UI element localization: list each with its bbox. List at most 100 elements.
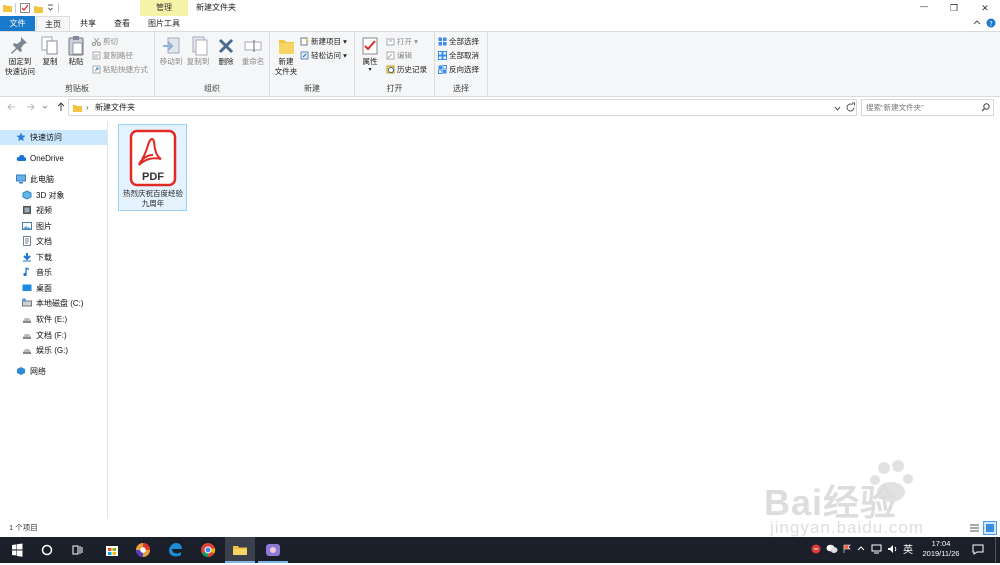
sidebar-item-desktop[interactable]: 桌面: [0, 281, 52, 296]
easy-access-button[interactable]: 轻松访问 ▾: [300, 49, 347, 62]
show-desktop-button[interactable]: [995, 537, 1000, 563]
scissors-icon: [92, 37, 101, 46]
sidebar-item-3d-objects[interactable]: 3D 对象: [0, 188, 64, 203]
tab-file[interactable]: 文件: [0, 16, 35, 31]
properties-dropdown-icon[interactable]: ▾: [358, 67, 382, 73]
delete-icon: [217, 35, 235, 57]
clock[interactable]: 17:04 2019/11/26: [918, 539, 964, 559]
paste-shortcut-button[interactable]: 粘贴快捷方式: [92, 63, 148, 76]
tab-share[interactable]: 共享: [71, 16, 105, 31]
new-folder-qat-icon[interactable]: [34, 3, 43, 13]
photo-app[interactable]: [258, 537, 288, 563]
browser-app-1[interactable]: [128, 537, 158, 563]
recent-dropdown-icon[interactable]: [42, 103, 48, 109]
action-center-icon[interactable]: [972, 544, 984, 555]
copy-button[interactable]: 复制: [39, 35, 61, 67]
sidebar-item-drive-f[interactable]: 文档 (F:): [0, 328, 67, 343]
qat-separator: [58, 3, 59, 13]
qat-dropdown-icon[interactable]: [47, 3, 54, 12]
tab-view[interactable]: 查看: [105, 16, 139, 31]
select-all-button[interactable]: 全部选择: [438, 35, 479, 48]
volume-icon[interactable]: [887, 544, 899, 554]
search-input[interactable]: [866, 101, 976, 114]
pin-quick-access-button[interactable]: 固定到 快速访问: [2, 35, 38, 77]
tray-app-icon[interactable]: [811, 544, 821, 554]
sidebar-item-onedrive[interactable]: OneDrive: [0, 151, 64, 166]
forward-arrow-icon[interactable]: [26, 102, 36, 112]
tray-flag-icon[interactable]: [842, 544, 852, 554]
details-view-icon[interactable]: [969, 523, 980, 534]
search-box[interactable]: [861, 99, 994, 116]
open-button[interactable]: 打开 ▾: [386, 35, 418, 48]
tab-view-label: 查看: [114, 19, 130, 28]
chrome-app[interactable]: [193, 537, 223, 563]
search-icon[interactable]: [981, 103, 990, 112]
sidebar-item-drive-e[interactable]: 软件 (E:): [0, 312, 67, 327]
move-to-icon: [161, 35, 181, 57]
select-all-icon: [438, 37, 447, 46]
invert-selection-button[interactable]: 反向选择: [438, 63, 479, 76]
easy-access-icon: [300, 51, 309, 60]
properties-button[interactable]: 属性 ▾: [358, 35, 382, 73]
history-button[interactable]: 历史记录: [386, 63, 427, 76]
wechat-icon[interactable]: [826, 544, 838, 554]
open-icon: [386, 37, 395, 46]
sidebar-item-quick-access[interactable]: 快速访问: [0, 130, 107, 145]
help-icon[interactable]: ?: [986, 18, 996, 28]
sidebar-item-this-pc[interactable]: 此电脑: [0, 172, 54, 187]
breadcrumb-separator-icon[interactable]: ›: [86, 100, 89, 115]
edit-button[interactable]: 编辑: [386, 49, 412, 62]
copy-to-button[interactable]: 复制到: [185, 35, 211, 67]
address-dropdown-icon[interactable]: [834, 105, 841, 111]
show-hidden-icons-icon[interactable]: [857, 544, 865, 554]
task-view-button[interactable]: [62, 537, 92, 563]
picture-icon: [22, 221, 32, 231]
up-arrow-icon[interactable]: [56, 101, 66, 112]
sidebar-item-music[interactable]: 音乐: [0, 265, 52, 280]
input-method-indicator[interactable]: 英: [903, 541, 913, 556]
sidebar-item-documents[interactable]: 文档: [0, 234, 52, 249]
copy-path-button[interactable]: 复制路径: [92, 49, 133, 62]
disk-icon: [22, 298, 32, 308]
large-icons-view-icon[interactable]: [983, 521, 997, 535]
sidebar-item-videos[interactable]: 视频: [0, 203, 52, 218]
select-none-button[interactable]: 全部取消: [438, 49, 479, 62]
tab-picture-tools[interactable]: 图片工具: [140, 16, 188, 31]
store-app[interactable]: [97, 537, 127, 563]
network-tray-icon[interactable]: [871, 544, 883, 554]
navigation-pane: 快速访问 OneDrive 此电脑 3D 对象 视频 图片 文档 下载 音乐 桌…: [0, 122, 108, 518]
sidebar-item-downloads[interactable]: 下载: [0, 250, 52, 265]
edge-app[interactable]: [160, 537, 190, 563]
new-folder-button[interactable]: 新建 文件夹: [273, 35, 299, 77]
invert-selection-label: 反向选择: [449, 65, 479, 74]
navigation-bar: › 新建文件夹: [0, 97, 1000, 119]
drive-icon: [22, 345, 32, 355]
copy-path-label: 复制路径: [103, 51, 133, 60]
breadcrumb-current[interactable]: 新建文件夹: [95, 100, 135, 115]
search-taskbar-button[interactable]: [32, 537, 62, 563]
delete-button[interactable]: 删除: [215, 35, 237, 67]
copy-to-label: 复制到: [186, 57, 210, 66]
sidebar-item-pictures[interactable]: 图片: [0, 219, 52, 234]
file-explorer-app[interactable]: [225, 537, 255, 563]
address-bar[interactable]: › 新建文件夹: [68, 99, 857, 116]
maximize-button[interactable]: ❐: [940, 0, 968, 16]
move-to-button[interactable]: 移动到: [158, 35, 184, 67]
sidebar-item-network[interactable]: 网络: [0, 364, 46, 379]
properties-check-icon[interactable]: [20, 3, 30, 13]
sidebar-item-label: 图片: [36, 222, 52, 231]
new-item-button[interactable]: 新建项目 ▾: [300, 35, 347, 48]
close-button[interactable]: ✕: [970, 0, 1000, 16]
file-item[interactable]: PDF 热烈庆祝百度经验九周年: [118, 124, 187, 211]
refresh-icon[interactable]: [845, 102, 856, 113]
ribbon-collapse-icon[interactable]: [973, 19, 981, 27]
paste-button[interactable]: 粘贴: [63, 35, 89, 67]
minimize-button[interactable]: —: [910, 0, 938, 16]
start-button[interactable]: [2, 537, 32, 563]
rename-button[interactable]: 重命名: [239, 35, 267, 67]
sidebar-item-drive-g[interactable]: 娱乐 (G:): [0, 343, 68, 358]
back-arrow-icon[interactable]: [6, 102, 16, 112]
tab-home[interactable]: 主页: [36, 16, 70, 31]
cut-button[interactable]: 剪切: [92, 35, 118, 48]
sidebar-item-drive-c[interactable]: 本地磁盘 (C:): [0, 296, 84, 311]
